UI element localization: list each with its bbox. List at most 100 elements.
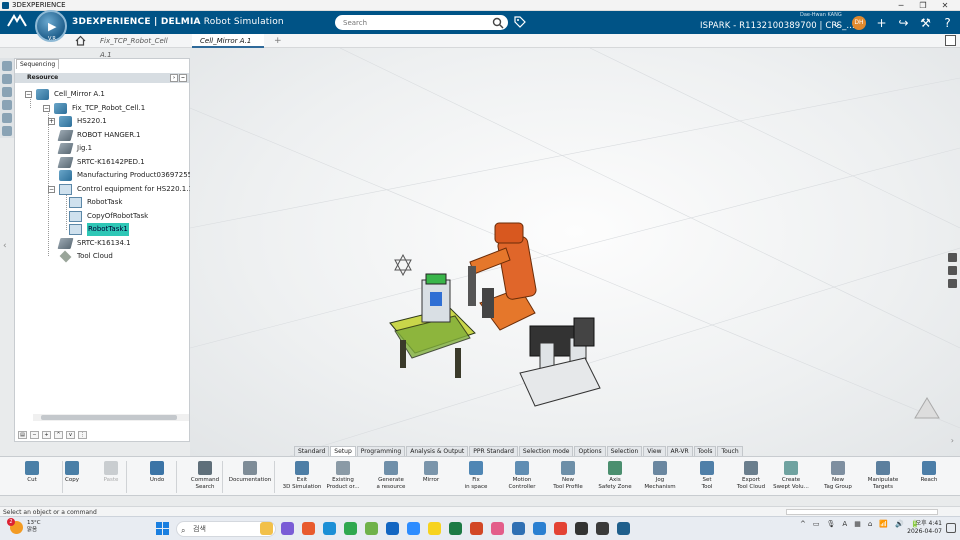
action-tab-ar-vr[interactable]: AR-VR: [666, 446, 693, 456]
manipulate-targets-button[interactable]: Manipulate Targets: [860, 459, 906, 495]
share-icon[interactable]: ↪: [897, 16, 910, 30]
exit-3d-simulation-button[interactable]: Exit 3D Simulation: [279, 459, 325, 495]
tree-node-selected[interactable]: RobotTask1: [69, 223, 129, 236]
action-tab-programming[interactable]: Programming: [356, 446, 406, 456]
tree-node[interactable]: SRTC-K16134.1: [57, 237, 131, 250]
panel-expand-icon[interactable]: ›: [170, 74, 178, 82]
action-tab-selection-mode[interactable]: Selection mode: [518, 446, 574, 456]
3dexperience-icon[interactable]: [617, 522, 630, 535]
home-icon[interactable]: [75, 35, 86, 46]
plus-icon[interactable]: +: [875, 16, 888, 30]
new-tool-profile-button[interactable]: New Tool Profile: [545, 459, 591, 495]
show-hidden-icons-icon[interactable]: ^: [800, 520, 806, 528]
horizontal-scrollbar[interactable]: [33, 414, 189, 421]
tree-node[interactable]: + HS220.1: [48, 115, 107, 128]
tree-expander[interactable]: −: [43, 105, 50, 112]
side-tool-icon-3[interactable]: [948, 279, 957, 288]
kakaotalk-icon[interactable]: [428, 522, 441, 535]
tree-options-icon[interactable]: ⋮: [78, 431, 87, 439]
microphone-icon[interactable]: 🎙: [827, 520, 836, 528]
left-tool-icon-5[interactable]: [2, 113, 12, 123]
fullscreen-icon[interactable]: [945, 35, 956, 46]
collapse-left-icon[interactable]: ‹: [3, 241, 7, 251]
side-tool-icon-1[interactable]: [948, 253, 957, 262]
zoom-icon[interactable]: [407, 522, 420, 535]
compass-tools-icon[interactable]: ⚒: [919, 16, 932, 30]
action-tab-ppr-standard[interactable]: PPR Standard: [469, 446, 518, 456]
scroll-down-icon[interactable]: v: [66, 431, 75, 439]
expand-all-icon[interactable]: +: [42, 431, 51, 439]
compass-widget[interactable]: ▶ V.R: [35, 10, 67, 42]
tree-expander[interactable]: −: [48, 186, 55, 193]
tenant-chevron-down-icon[interactable]: ⌄: [830, 16, 843, 30]
clock[interactable]: 오후 4:41 2026-04-07: [906, 520, 942, 536]
side-tool-icon-2[interactable]: [948, 266, 957, 275]
paste-button[interactable]: Paste: [88, 459, 134, 495]
tree-node[interactable]: − Cell_Mirror A.1: [25, 88, 105, 101]
new-tag-group-button[interactable]: New Tag Group: [815, 459, 861, 495]
add-tab-button[interactable]: +: [266, 34, 282, 48]
tab-cell-mirror[interactable]: Cell_Mirror A.1: [192, 34, 264, 48]
undo-button[interactable]: Undo: [134, 459, 180, 495]
scrollbar-thumb[interactable]: [41, 415, 177, 420]
3d-viewport[interactable]: ›: [190, 48, 960, 456]
left-tool-icon-2[interactable]: [2, 74, 12, 84]
chrome-icon[interactable]: [344, 522, 357, 535]
network-icon[interactable]: ⌂: [868, 520, 872, 528]
paint-icon[interactable]: [491, 522, 504, 535]
avatar[interactable]: DH: [852, 16, 866, 30]
powerpoint-icon[interactable]: [470, 522, 483, 535]
volume-icon[interactable]: 🔊: [895, 520, 904, 528]
scroll-up-icon[interactable]: ^: [54, 431, 63, 439]
minimize-button[interactable]: ─: [890, 0, 912, 11]
vs-code-icon[interactable]: [533, 522, 546, 535]
tree-node[interactable]: CopyOfRobotTask: [69, 210, 148, 223]
tree-node[interactable]: − Control equipment for HS220.1.1: [48, 183, 193, 196]
edge-icon[interactable]: [323, 522, 336, 535]
tree-node[interactable]: Manufacturing Product03697255.: [59, 169, 194, 182]
keyboard-icon[interactable]: ▦: [854, 520, 861, 528]
tab-fix-tcp-robot-cell[interactable]: Fix_TCP_Robot_Cell A.1: [92, 34, 188, 59]
action-tab-options[interactable]: Options: [574, 446, 606, 456]
set-tool-button[interactable]: Set Tool: [684, 459, 730, 495]
left-tool-icon-3[interactable]: [2, 87, 12, 97]
left-tool-icon-6[interactable]: [2, 126, 12, 136]
search-icon[interactable]: [492, 17, 504, 29]
tree-node[interactable]: − Fix_TCP_Robot_Cell.1: [43, 102, 145, 115]
windows-start-icon[interactable]: [156, 522, 169, 535]
motion-controller-button[interactable]: Motion Controller: [499, 459, 545, 495]
chrome-icon-2[interactable]: [554, 522, 567, 535]
action-tab-touch[interactable]: Touch: [717, 446, 743, 456]
documentation-button[interactable]: Documentation: [227, 459, 273, 495]
tree-node[interactable]: ROBOT HANGER.1: [57, 129, 141, 142]
wifi-icon[interactable]: 📶: [879, 520, 888, 528]
restore-button[interactable]: ❐: [912, 0, 934, 11]
panel-tab-sequencing[interactable]: Sequencing: [16, 59, 60, 69]
tree-node[interactable]: SRTC-K16142PED.1: [57, 156, 145, 169]
axis-safety-zone-button[interactable]: Axis Safety Zone: [592, 459, 638, 495]
help-icon[interactable]: ?: [941, 16, 954, 30]
tree-expander[interactable]: +: [48, 118, 55, 125]
left-tool-icon-1[interactable]: [2, 61, 12, 71]
collapse-all-icon[interactable]: −: [30, 431, 39, 439]
tree-node[interactable]: Tool Cloud: [59, 250, 113, 263]
filter-icon[interactable]: ▤: [18, 431, 27, 439]
input-method-icon[interactable]: A: [842, 520, 847, 528]
create-swept-volu-button[interactable]: Create Swept Volu...: [768, 459, 814, 495]
terminal-icon[interactable]: [575, 522, 588, 535]
action-tab-tools[interactable]: Tools: [693, 446, 717, 456]
action-tab-standard[interactable]: Standard: [294, 446, 330, 456]
tree-node[interactable]: RobotTask: [69, 196, 122, 209]
notification-icon[interactable]: [946, 523, 956, 533]
action-tab-analysis-output[interactable]: Analysis & Output: [406, 446, 469, 456]
left-tool-icon-4[interactable]: [2, 100, 12, 110]
close-button[interactable]: ✕: [934, 0, 956, 11]
panel-minimize-icon[interactable]: −: [179, 74, 187, 82]
search-input[interactable]: [335, 15, 508, 30]
action-tab-selection[interactable]: Selection: [606, 446, 643, 456]
action-tab-view[interactable]: View: [643, 446, 666, 456]
mirror-button[interactable]: Mirror: [408, 459, 454, 495]
snipping-icon[interactable]: [596, 522, 609, 535]
expand-right-icon[interactable]: ›: [951, 436, 954, 445]
fix-in-space-button[interactable]: Fix in space: [453, 459, 499, 495]
